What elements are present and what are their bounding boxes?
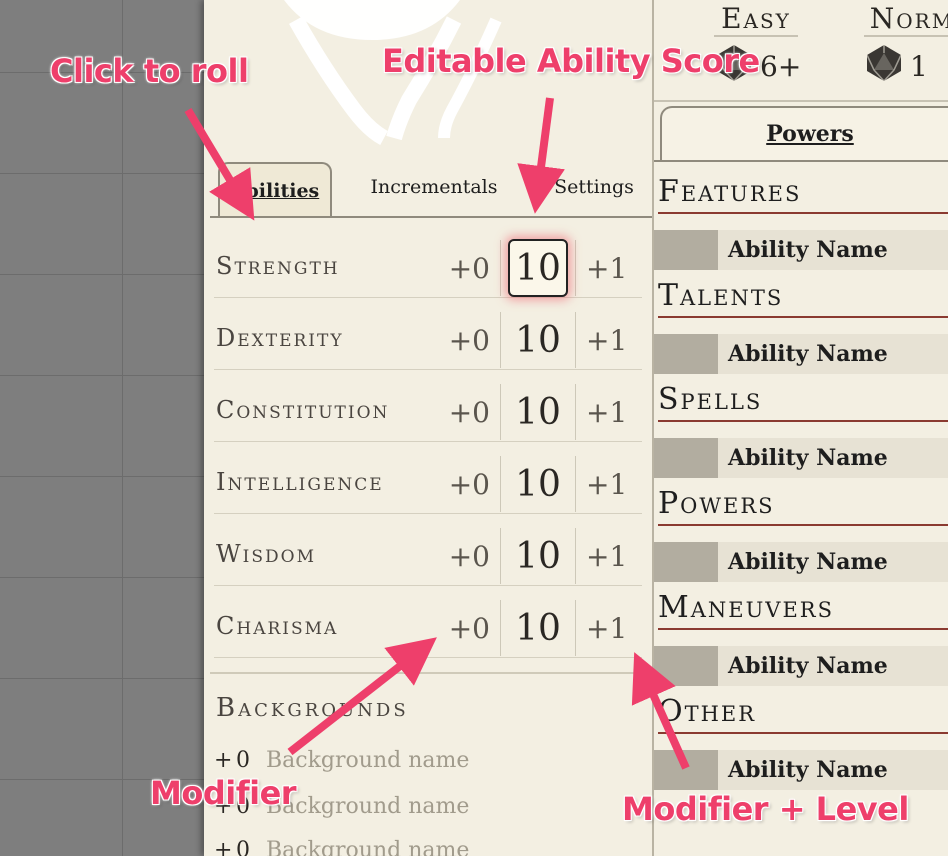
ability-modifier-level: +1 bbox=[586, 468, 628, 501]
background-item[interactable]: +0 Background name bbox=[214, 838, 469, 856]
ability-color-swatch bbox=[654, 230, 718, 270]
background-bonus[interactable]: 0 bbox=[236, 748, 266, 773]
difficulty-normal-label: Norm bbox=[864, 0, 948, 37]
ability-entry[interactable]: Ability Name bbox=[654, 750, 948, 790]
background-item[interactable]: +0 Background name bbox=[214, 794, 469, 819]
difficulty-easy: Easy 6+ bbox=[714, 0, 802, 100]
ability-entry[interactable]: Ability Name bbox=[654, 230, 948, 270]
ability-name-constitution[interactable]: Constitution bbox=[216, 396, 389, 424]
background-plus: + bbox=[214, 838, 233, 856]
background-bonus[interactable]: 0 bbox=[236, 794, 266, 819]
ability-entry[interactable]: Ability Name bbox=[654, 646, 948, 686]
background-plus: + bbox=[214, 748, 233, 773]
character-sheet: Abilities Incrementals Settings Strength… bbox=[204, 0, 948, 856]
ability-color-swatch bbox=[654, 750, 718, 790]
ability-modifier: +0 bbox=[448, 252, 490, 285]
ability-entry-name: Ability Name bbox=[728, 757, 888, 783]
ability-modifier: +0 bbox=[448, 612, 490, 645]
ability-score-input[interactable]: 10 bbox=[500, 528, 576, 584]
category-title-other: Other bbox=[658, 690, 948, 734]
background-name-input[interactable]: Background name bbox=[266, 748, 469, 773]
ability-color-swatch bbox=[654, 542, 718, 582]
category-title-spells: Spells bbox=[658, 378, 948, 422]
ability-score-input[interactable]: 10 bbox=[500, 456, 576, 512]
ability-modifier-level: +1 bbox=[586, 396, 628, 429]
background-bonus[interactable]: 0 bbox=[236, 838, 266, 856]
ability-color-swatch bbox=[654, 646, 718, 686]
ability-entry-name: Ability Name bbox=[728, 445, 888, 471]
ability-name-strength[interactable]: Strength bbox=[216, 252, 340, 280]
ability-entry[interactable]: Ability Name bbox=[654, 438, 948, 478]
backgrounds-title: Backgrounds bbox=[216, 693, 409, 723]
category-title-maneuvers: Maneuvers bbox=[658, 586, 948, 630]
ability-entry-name: Ability Name bbox=[728, 549, 888, 575]
ability-entry[interactable]: Ability Name bbox=[654, 542, 948, 582]
ability-entry[interactable]: Ability Name bbox=[654, 334, 948, 374]
tab-underline bbox=[654, 160, 948, 162]
category-title-powers: Powers bbox=[658, 482, 948, 526]
ability-name-wisdom[interactable]: Wisdom bbox=[216, 540, 316, 568]
category-title-talents: Talents bbox=[658, 274, 948, 318]
ability-entry-name: Ability Name bbox=[728, 341, 888, 367]
ability-color-swatch bbox=[654, 334, 718, 374]
ability-score-input[interactable]: 10 bbox=[500, 312, 576, 368]
tab-settings[interactable]: Settings bbox=[544, 158, 644, 216]
background-plus: + bbox=[214, 794, 233, 819]
category-title-features: Features bbox=[658, 170, 948, 214]
powers-column: Easy 6+ Norm 1 Powers Features Ability N… bbox=[652, 0, 948, 856]
difficulty-normal-value: 1 bbox=[910, 50, 928, 83]
ability-modifier-level: +1 bbox=[586, 612, 628, 645]
background-name-input[interactable]: Background name bbox=[266, 794, 469, 819]
tab-underline bbox=[210, 216, 652, 218]
vtt-canvas-grid[interactable] bbox=[0, 0, 210, 856]
ability-score-input[interactable]: 10 bbox=[500, 239, 576, 297]
ability-row-charisma: Charisma +0 10 +1 bbox=[214, 586, 642, 658]
sheet-tabs: Abilities Incrementals Settings bbox=[204, 158, 652, 218]
ability-name-dexterity[interactable]: Dexterity bbox=[216, 324, 344, 352]
ability-color-swatch bbox=[654, 438, 718, 478]
tab-abilities[interactable]: Abilities bbox=[218, 162, 332, 218]
ability-row-strength: Strength +0 10 +1 bbox=[214, 226, 642, 298]
ability-score-input[interactable]: 10 bbox=[500, 600, 576, 656]
ability-score-input[interactable]: 10 bbox=[500, 384, 576, 440]
ability-modifier: +0 bbox=[448, 540, 490, 573]
ability-modifier: +0 bbox=[448, 396, 490, 429]
ability-row-constitution: Constitution +0 10 +1 bbox=[214, 370, 642, 442]
ability-row-intelligence: Intelligence +0 10 +1 bbox=[214, 442, 642, 514]
difficulty-easy-value: 6+ bbox=[760, 50, 802, 83]
ability-entry-name: Ability Name bbox=[728, 653, 888, 679]
background-item[interactable]: +0 Background name bbox=[214, 748, 469, 773]
character-portrait[interactable] bbox=[204, 0, 652, 160]
ability-row-dexterity: Dexterity +0 10 +1 bbox=[214, 298, 642, 370]
ability-name-intelligence[interactable]: Intelligence bbox=[216, 468, 384, 496]
ability-modifier: +0 bbox=[448, 468, 490, 501]
d20-icon[interactable] bbox=[714, 43, 754, 90]
difficulty-divider bbox=[654, 100, 948, 102]
ability-modifier-level: +1 bbox=[586, 540, 628, 573]
d20-icon[interactable] bbox=[864, 43, 904, 90]
ability-modifier: +0 bbox=[448, 324, 490, 357]
difficulty-easy-label: Easy bbox=[714, 0, 798, 37]
ability-entry-name: Ability Name bbox=[728, 237, 888, 263]
ability-modifier-level: +1 bbox=[586, 324, 628, 357]
background-name-input[interactable]: Background name bbox=[266, 838, 469, 856]
tab-powers[interactable]: Powers bbox=[660, 106, 948, 160]
ability-name-charisma[interactable]: Charisma bbox=[216, 612, 338, 640]
ability-row-wisdom: Wisdom +0 10 +1 bbox=[214, 514, 642, 586]
ability-modifier-level: +1 bbox=[586, 252, 628, 285]
difficulty-normal: Norm 1 bbox=[864, 0, 948, 100]
tab-incrementals[interactable]: Incrementals bbox=[354, 158, 514, 216]
section-divider bbox=[210, 672, 652, 674]
